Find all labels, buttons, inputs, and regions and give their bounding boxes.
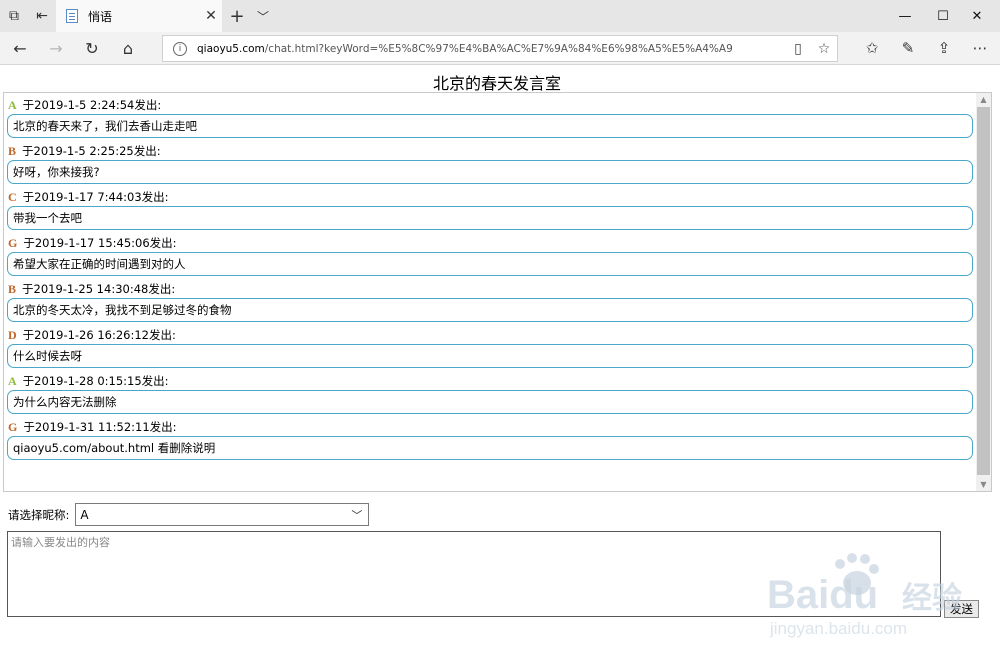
message-list: A 于2019-1-5 2:24:54发出: 北京的春天来了，我们去香山走走吧 B 于2… — [4, 93, 978, 491]
message-bubble: 好呀，你来接我? — [7, 160, 973, 184]
chevron-down-icon[interactable]: ﹀ — [252, 0, 274, 32]
message-timestamp: 于2019-1-28 0:15:15发出: — [22, 374, 169, 388]
refresh-icon[interactable]: ↻ — [74, 32, 110, 64]
message-nick: A — [8, 97, 17, 112]
url-field[interactable]: i qiaoyu5.com/chat.html?keyWord=%E5%8C%9… — [162, 35, 838, 62]
favorites-list-icon[interactable]: ✩ — [854, 32, 890, 64]
tab-actions-icon[interactable]: ⧉ — [0, 0, 28, 32]
chat-frame: A 于2019-1-5 2:24:54发出: 北京的春天来了，我们去香山走走吧 B 于2… — [3, 92, 992, 492]
message-timestamp: 于2019-1-5 2:25:25发出: — [22, 144, 161, 158]
new-tab-plus-icon[interactable]: + — [226, 0, 248, 32]
more-icon[interactable]: ⋯ — [962, 32, 998, 64]
scroll-down-icon[interactable]: ▼ — [976, 478, 991, 491]
message-bubble: 什么时候去呀 — [7, 344, 973, 368]
message-nick: B — [8, 281, 17, 296]
message-timestamp: 于2019-1-17 15:45:06发出: — [23, 236, 177, 250]
message-input[interactable]: 请输入要发出的内容 — [7, 531, 941, 617]
reading-view-icon[interactable]: ▯ — [785, 36, 811, 61]
message-meta: B 于2019-1-25 14:30:48发出: — [4, 277, 978, 297]
chevron-down-icon: ﹀ — [351, 509, 363, 522]
nickname-value: A — [80, 507, 89, 522]
window-close-icon[interactable]: ✕ — [954, 0, 1000, 32]
message-bubble: 为什么内容无法删除 — [7, 390, 973, 414]
home-icon[interactable]: ⌂ — [110, 32, 146, 64]
message-timestamp: 于2019-1-17 7:44:03发出: — [22, 190, 169, 204]
back-arrow-icon[interactable]: ← — [2, 32, 38, 64]
favorite-star-icon[interactable]: ☆ — [811, 36, 837, 61]
message-nick: G — [8, 235, 18, 250]
message-timestamp: 于2019-1-31 11:52:11发出: — [23, 420, 177, 434]
message-bubble: 北京的春天来了，我们去香山走走吧 — [7, 114, 973, 138]
message-bubble: 北京的冬天太冷，我找不到足够过冬的食物 — [7, 298, 973, 322]
message-meta: G 于2019-1-31 11:52:11发出: — [4, 415, 978, 435]
set-tabs-aside-icon[interactable]: ⇤ — [28, 0, 56, 32]
message-nick: A — [8, 373, 17, 388]
message-meta: A 于2019-1-5 2:24:54发出: — [4, 93, 978, 113]
forward-arrow-icon[interactable]: → — [38, 32, 74, 64]
message-timestamp: 于2019-1-26 16:26:12发出: — [22, 328, 176, 342]
send-button[interactable]: 发送 — [944, 600, 979, 618]
browser-tab-bar: ⧉ ⇤ 悄语 ✕ + ﹀ — ☐ ✕ — [0, 0, 1000, 32]
tab-title: 悄语 — [88, 9, 113, 24]
message-meta: G 于2019-1-17 15:45:06发出: — [4, 231, 978, 251]
message-bubble: qiaoyu5.com/about.html 看删除说明 — [7, 436, 973, 460]
address-toolbar: ← → ↻ ⌂ i qiaoyu5.com/chat.html?keyWord=… — [0, 32, 1000, 65]
message-nick: D — [8, 327, 17, 342]
chat-scrollbar[interactable]: ▲ ▼ — [976, 93, 991, 491]
share-icon[interactable]: ⇪ — [926, 32, 962, 64]
message-meta: C 于2019-1-17 7:44:03发出: — [4, 185, 978, 205]
message-bubble: 希望大家在正确的时间遇到对的人 — [7, 252, 973, 276]
page-title: 北京的春天发言室 — [432, 74, 561, 93]
message-bubble: 带我一个去吧 — [7, 206, 973, 230]
tab-close-icon[interactable]: ✕ — [200, 8, 222, 24]
notes-pen-icon[interactable]: ✎ — [890, 32, 926, 64]
nickname-label: 请选择昵称: — [8, 507, 70, 522]
message-nick: G — [8, 419, 18, 434]
message-nick: C — [8, 189, 17, 204]
message-nick: B — [8, 143, 17, 158]
message-meta: A 于2019-1-28 0:15:15发出: — [4, 369, 978, 389]
message-meta: B 于2019-1-5 2:25:25发出: — [4, 139, 978, 159]
tab-active[interactable]: 悄语 ✕ — [56, 0, 222, 32]
message-meta: D 于2019-1-26 16:26:12发出: — [4, 323, 978, 343]
message-timestamp: 于2019-1-25 14:30:48发出: — [22, 282, 176, 296]
url-text[interactable]: qiaoyu5.com/chat.html?keyWord=%E5%8C%97%… — [197, 43, 785, 55]
site-info-icon[interactable]: i — [173, 41, 187, 56]
scroll-thumb[interactable] — [977, 107, 990, 475]
page-favicon-icon — [66, 9, 78, 23]
nickname-select[interactable]: A ﹀ — [75, 503, 370, 526]
scroll-up-icon[interactable]: ▲ — [976, 93, 991, 106]
page-content: 北京的春天发言室 A 于2019-1-5 2:24:54发出: 北京的春天来了，我们… — [0, 66, 1000, 659]
nickname-row: 请选择昵称: A ﹀ — [8, 503, 370, 526]
message-timestamp: 于2019-1-5 2:24:54发出: — [22, 98, 162, 112]
